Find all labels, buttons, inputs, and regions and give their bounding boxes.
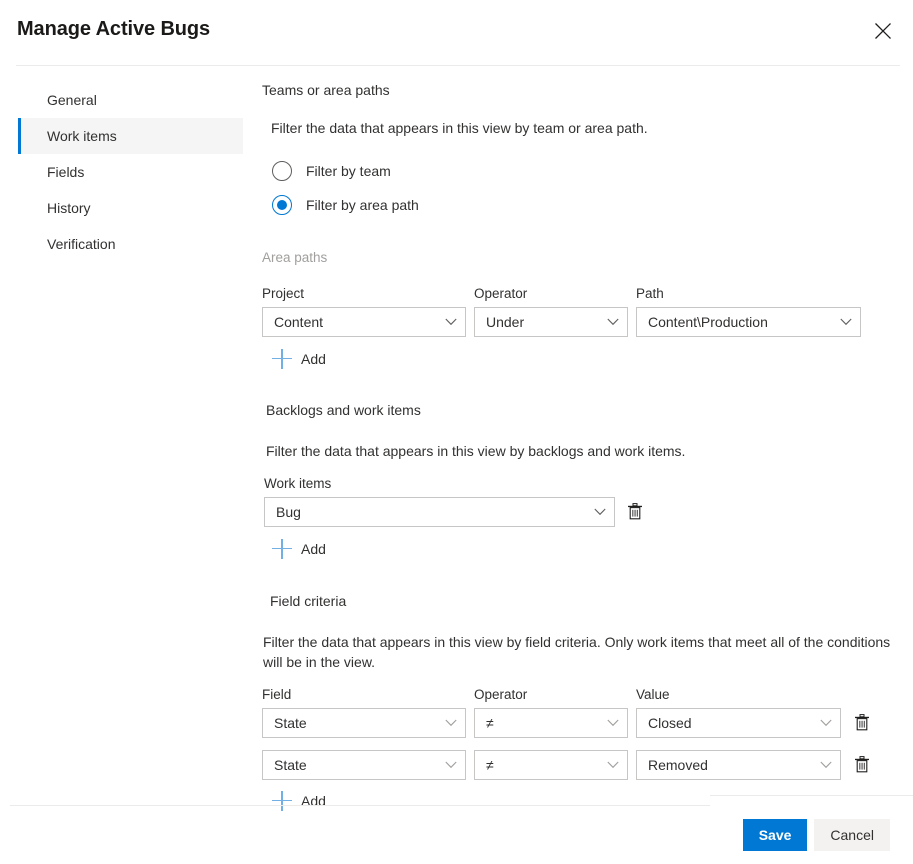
path-dropdown[interactable]: Content\Production <box>636 306 861 337</box>
sidebar-item-general[interactable]: General <box>18 82 243 118</box>
field-column-header: Field <box>262 686 292 702</box>
sidebar-item-label: General <box>47 92 97 108</box>
operator-dropdown-value: Under <box>486 313 525 330</box>
header-divider <box>16 65 900 66</box>
chevron-down-icon <box>607 761 619 768</box>
teams-section-title: Teams or area paths <box>262 82 390 98</box>
settings-sidebar: General Work items Fields History Verifi… <box>18 82 243 262</box>
footer-divider-right <box>710 795 913 796</box>
delete-field-criteria-button[interactable] <box>851 708 873 738</box>
sidebar-item-label: History <box>47 200 91 216</box>
chevron-down-icon <box>594 508 606 515</box>
area-paths-group: Area paths Project Content Operator Unde… <box>262 249 902 372</box>
chevron-down-icon <box>820 761 832 768</box>
sidebar-item-label: Fields <box>47 164 85 180</box>
backlogs-section-description: Filter the data that appears in this vie… <box>266 442 686 459</box>
work-items-dropdown[interactable]: Bug <box>264 496 615 527</box>
radio-indicator <box>272 194 292 215</box>
cancel-button[interactable]: Cancel <box>814 819 890 851</box>
sidebar-item-history[interactable]: History <box>18 190 243 226</box>
operator-dropdown-value: ≠ <box>486 756 494 773</box>
operator-column-header: Operator <box>474 686 528 702</box>
operator-dropdown-value: ≠ <box>486 714 494 731</box>
trash-icon <box>855 756 869 773</box>
field-criteria-row: State ≠ Closed <box>262 707 902 738</box>
work-items-field-label: Work items <box>264 475 332 491</box>
sidebar-item-verification[interactable]: Verification <box>18 226 243 262</box>
work-items-dropdown-value: Bug <box>276 503 301 520</box>
radio-filter-by-area-path[interactable]: Filter by area path <box>272 191 902 219</box>
operator-column-header: Operator <box>474 285 528 301</box>
radio-label: Filter by team <box>306 162 391 179</box>
sidebar-item-label: Verification <box>47 236 116 252</box>
add-area-path-button[interactable]: Add <box>272 346 326 372</box>
field-dropdown[interactable]: State <box>262 749 466 780</box>
operator-dropdown[interactable]: ≠ <box>474 707 628 738</box>
close-button[interactable] <box>861 10 905 52</box>
add-work-item-button[interactable]: Add <box>272 536 326 562</box>
field-criteria-description: Filter the data that appears in this vie… <box>263 633 891 670</box>
teams-section-description: Filter the data that appears in this vie… <box>271 120 648 136</box>
delete-field-criteria-button[interactable] <box>851 750 873 780</box>
chevron-down-icon <box>445 761 457 768</box>
chevron-down-icon <box>445 719 457 726</box>
backlogs-and-work-items-section: Backlogs and work items Filter the data … <box>262 402 902 562</box>
field-dropdown[interactable]: State <box>262 707 466 738</box>
sidebar-item-work-items[interactable]: Work items <box>18 118 243 154</box>
save-button[interactable]: Save <box>742 819 808 851</box>
trash-icon <box>855 714 869 731</box>
dialog-footer: Save Cancel <box>0 806 913 864</box>
chevron-down-icon <box>607 318 619 325</box>
project-dropdown[interactable]: Content <box>262 306 466 337</box>
plus-icon <box>272 538 292 559</box>
project-dropdown-value: Content <box>274 313 324 330</box>
chevron-down-icon <box>445 318 457 325</box>
radio-indicator <box>272 160 292 181</box>
dialog-header: Manage Active Bugs <box>0 0 913 66</box>
plus-icon <box>272 348 292 369</box>
chevron-down-icon <box>607 719 619 726</box>
page-title: Manage Active Bugs <box>17 18 211 40</box>
value-dropdown-value: Removed <box>648 756 708 773</box>
value-dropdown[interactable]: Closed <box>636 707 841 738</box>
value-dropdown-value: Closed <box>648 714 692 731</box>
area-paths-group-label: Area paths <box>262 249 328 265</box>
add-label: Add <box>301 350 326 367</box>
field-criteria-row: State ≠ Removed <box>262 749 902 780</box>
chevron-down-icon <box>840 318 852 325</box>
project-column-header: Project <box>262 285 305 301</box>
field-dropdown-value: State <box>274 714 307 731</box>
value-dropdown[interactable]: Removed <box>636 749 841 780</box>
chevron-down-icon <box>820 719 832 726</box>
sidebar-item-fields[interactable]: Fields <box>18 154 243 190</box>
close-icon <box>874 22 892 40</box>
add-label: Add <box>301 540 326 557</box>
teams-or-area-paths-section: Teams or area paths Filter the data that… <box>262 82 902 219</box>
field-dropdown-value: State <box>274 756 307 773</box>
sidebar-item-label: Work items <box>47 128 117 144</box>
field-criteria-title: Field criteria <box>270 592 347 609</box>
radio-label: Filter by area path <box>306 196 419 213</box>
path-dropdown-value: Content\Production <box>648 313 768 330</box>
radio-filter-by-team[interactable]: Filter by team <box>272 157 902 185</box>
field-criteria-section: Field criteria Filter the data that appe… <box>262 593 902 814</box>
value-column-header: Value <box>636 686 670 702</box>
operator-dropdown[interactable]: ≠ <box>474 749 628 780</box>
settings-main-panel: Teams or area paths Filter the data that… <box>262 82 902 814</box>
trash-icon <box>628 503 642 520</box>
path-column-header: Path <box>636 285 664 301</box>
backlogs-section-title: Backlogs and work items <box>266 401 421 418</box>
operator-dropdown[interactable]: Under <box>474 306 628 337</box>
delete-work-item-button[interactable] <box>624 497 646 527</box>
